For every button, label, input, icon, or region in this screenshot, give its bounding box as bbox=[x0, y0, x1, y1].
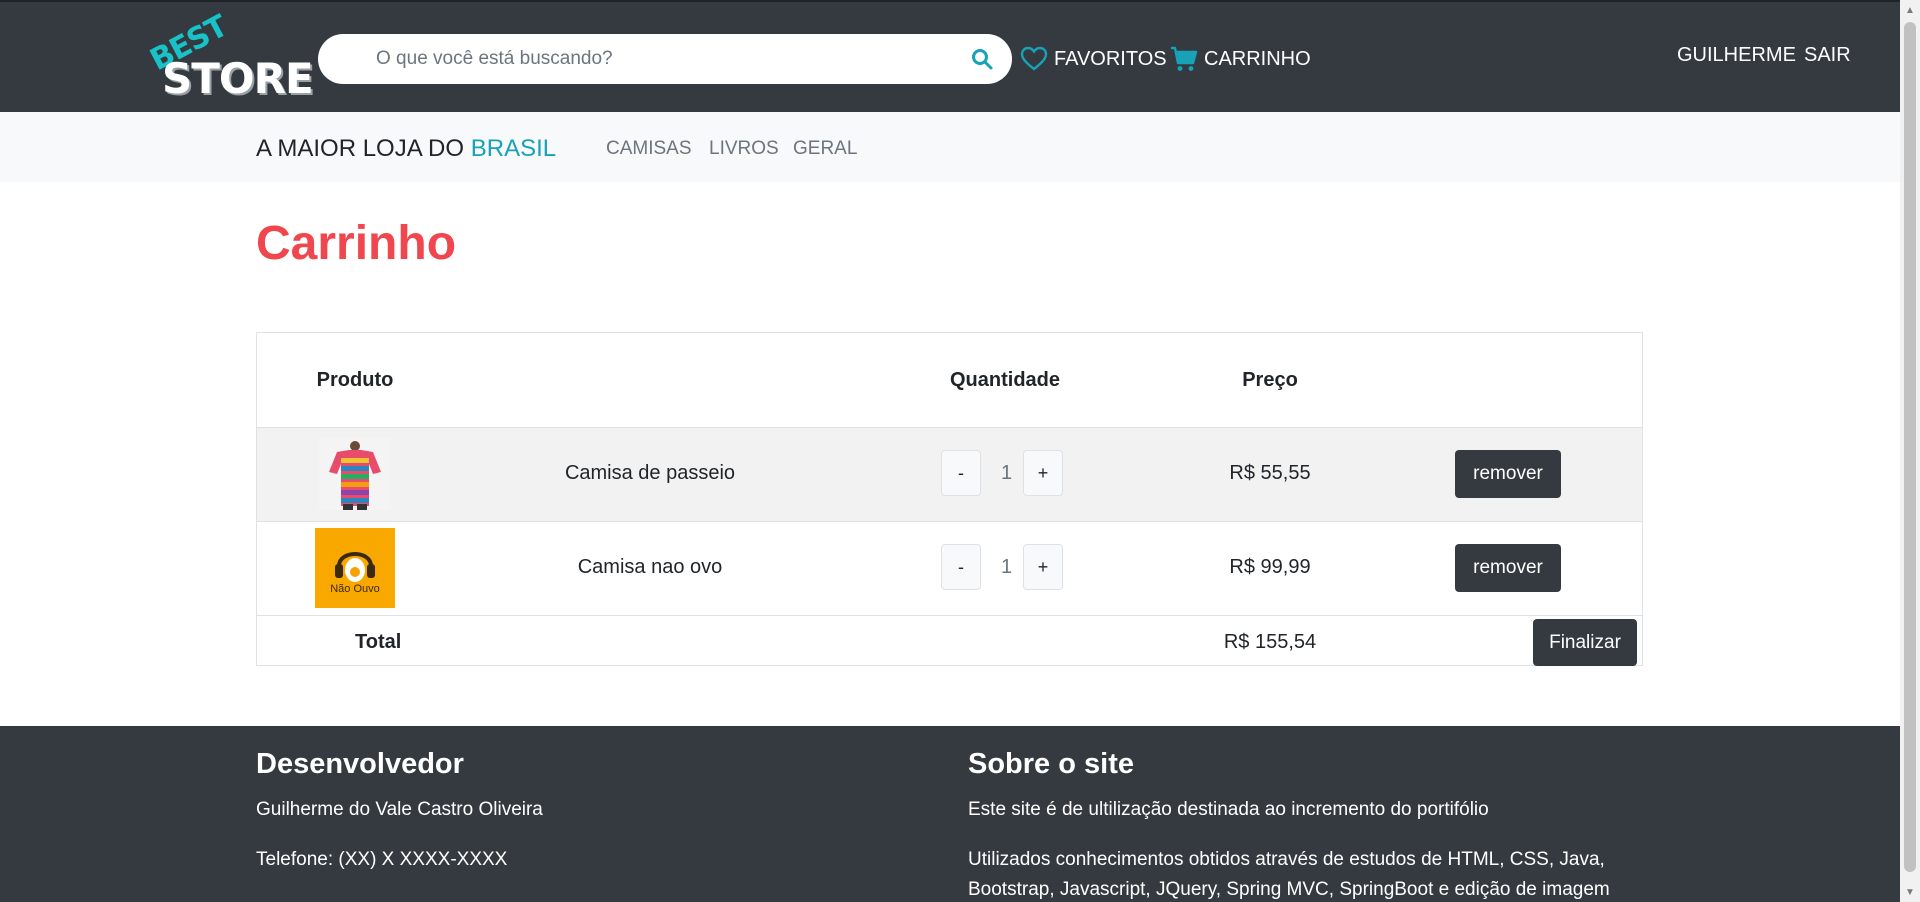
about-text-2: Utilizados conhecimentos obtidos através… bbox=[968, 849, 1610, 900]
category-camisas[interactable]: CAMISAS bbox=[606, 138, 692, 160]
product-name: Camisa nao ovo bbox=[577, 556, 723, 578]
scrollbar-thumb[interactable] bbox=[1904, 22, 1916, 872]
product-price: R$ 99,99 bbox=[1229, 556, 1311, 578]
category-livros[interactable]: LIVROS bbox=[709, 138, 779, 160]
about-column: Sobre o site Este site é de ultilização … bbox=[968, 748, 1648, 902]
scroll-up-arrow-icon[interactable]: ▲ bbox=[1900, 0, 1920, 20]
developer-phone: Telefone: (XX) X XXXX-XXXX bbox=[256, 849, 508, 870]
about-text-1: Este site é de ultilização destinada ao … bbox=[968, 799, 1489, 820]
page-scrollbar[interactable]: ▲ ▼ bbox=[1900, 0, 1920, 902]
scroll-down-arrow-icon[interactable]: ▼ bbox=[1900, 882, 1920, 902]
product-image-striped-shirt bbox=[319, 438, 391, 510]
cart-table: Produto Quantidade Preço Camisa de passe… bbox=[256, 332, 1643, 666]
decrease-quantity-button[interactable]: - bbox=[941, 450, 981, 496]
total-row: Total R$ 155,54 Finalizar bbox=[257, 617, 1642, 667]
increase-quantity-button[interactable]: + bbox=[1023, 450, 1063, 496]
search-bar bbox=[318, 34, 1012, 84]
product-name: Camisa de passeio bbox=[564, 462, 736, 484]
quantity-value: 1 bbox=[1001, 462, 1013, 484]
cart-icon bbox=[1171, 46, 1198, 71]
logout-link[interactable]: SAIR bbox=[1804, 44, 1851, 67]
developer-title: Desenvolvedor bbox=[256, 748, 464, 780]
thumb-brand-text: Não Ouvo bbox=[330, 583, 380, 595]
table-row: Não Ouvo Camisa nao ovo - 1 + R$ 99,99 r… bbox=[257, 522, 1642, 616]
about-title: Sobre o site bbox=[968, 748, 1134, 780]
store-logo[interactable]: BEST STORE bbox=[144, 9, 314, 103]
table-header: Produto Quantidade Preço bbox=[257, 333, 1642, 428]
brand-tagline[interactable]: A MAIOR LOJA DO BRASIL bbox=[256, 135, 556, 163]
cart-label: CARRINHO bbox=[1204, 47, 1311, 70]
site-footer: Desenvolvedor Guilherme do Vale Castro O… bbox=[0, 726, 1900, 902]
page-title: Carrinho bbox=[256, 217, 457, 270]
striped-shirt-image bbox=[319, 438, 391, 510]
checkout-button[interactable]: Finalizar bbox=[1533, 619, 1637, 666]
developer-name: Guilherme do Vale Castro Oliveira bbox=[256, 799, 543, 820]
total-value: R$ 155,54 bbox=[1223, 631, 1317, 653]
search-icon[interactable] bbox=[970, 47, 994, 71]
table-row: Camisa de passeio - 1 + R$ 55,55 remover bbox=[257, 428, 1642, 522]
top-navbar: BEST STORE FAVORITOS CARRINHO GUILHERME … bbox=[0, 0, 1900, 112]
logo-store-text: STORE bbox=[162, 54, 314, 103]
header-price: Preço bbox=[1242, 369, 1298, 391]
increase-quantity-button[interactable]: + bbox=[1023, 544, 1063, 590]
total-label: Total bbox=[355, 631, 402, 653]
decrease-quantity-button[interactable]: - bbox=[941, 544, 981, 590]
category-geral[interactable]: GERAL bbox=[793, 138, 857, 160]
header-product: Produto bbox=[316, 369, 394, 391]
cart-link[interactable]: CARRINHO bbox=[1170, 44, 1311, 74]
heart-icon bbox=[1020, 46, 1048, 71]
product-image-nao-ouvo: Não Ouvo bbox=[315, 528, 395, 608]
header-quantity: Quantidade bbox=[949, 369, 1061, 391]
brand-prefix: A MAIOR LOJA DO bbox=[256, 135, 465, 162]
remove-item-button[interactable]: remover bbox=[1455, 450, 1561, 498]
search-input[interactable] bbox=[318, 34, 1012, 84]
category-bar: A MAIOR LOJA DO BRASIL CAMISAS LIVROS GE… bbox=[0, 112, 1900, 182]
brand-highlight: BRASIL bbox=[470, 135, 557, 162]
headphone-egg-image: Não Ouvo bbox=[315, 528, 395, 608]
user-menu-link[interactable]: GUILHERME bbox=[1677, 44, 1796, 67]
quantity-value: 1 bbox=[1001, 556, 1013, 578]
remove-item-button[interactable]: remover bbox=[1455, 544, 1561, 592]
favorites-label: FAVORITOS bbox=[1054, 47, 1167, 70]
developer-column: Desenvolvedor Guilherme do Vale Castro O… bbox=[256, 748, 936, 895]
product-price: R$ 55,55 bbox=[1229, 462, 1311, 484]
favorites-link[interactable]: FAVORITOS bbox=[1020, 44, 1167, 74]
